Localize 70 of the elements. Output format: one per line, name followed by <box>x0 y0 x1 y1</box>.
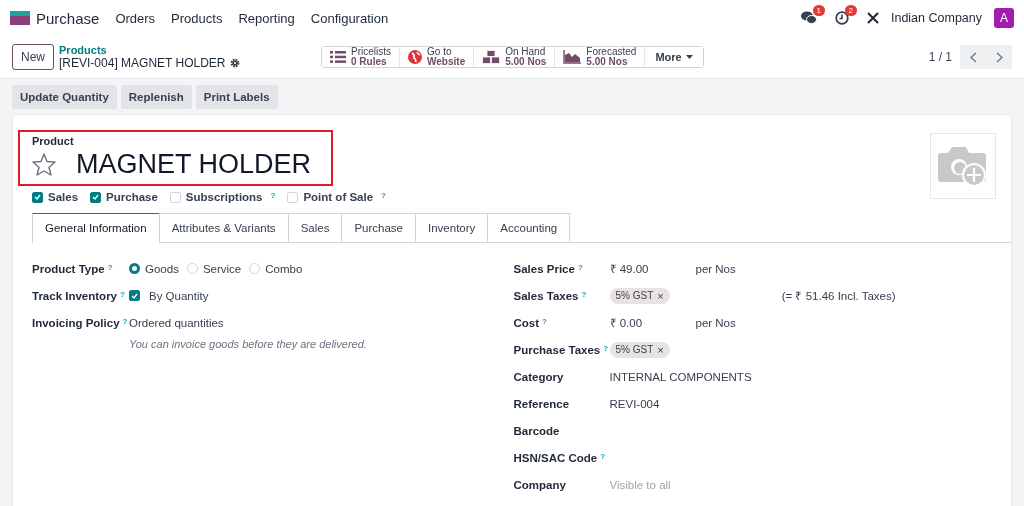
radio-label: Combo <box>265 262 303 275</box>
smart-button[interactable]: Pricelists 0 Rules <box>322 47 401 67</box>
tab[interactable]: General Information <box>32 213 160 243</box>
tab[interactable]: Accounting <box>487 213 571 242</box>
field-label: Reference <box>513 397 570 410</box>
checkbox-label: Purchase <box>106 191 158 203</box>
field-value: REVI-004 <box>609 397 661 410</box>
remove-tag-button[interactable]: × <box>657 343 664 356</box>
menu-item[interactable]: Reporting <box>238 10 295 26</box>
checkbox[interactable] <box>129 290 140 301</box>
breadcrumb-link[interactable]: Products <box>59 44 321 56</box>
notification-badge: 1 <box>812 5 825 16</box>
record-title: [REVI-004] MAGNET HOLDER <box>59 56 226 70</box>
unit-label: per Nos <box>695 262 736 275</box>
field-value: ₹ 0.00 <box>609 316 644 330</box>
field-label: Cost <box>513 316 540 329</box>
app-logo-icon[interactable] <box>10 11 30 25</box>
caret-icon <box>685 55 693 59</box>
star-icon[interactable] <box>32 153 56 176</box>
company-switcher[interactable]: Indian Company <box>890 11 982 25</box>
app-name[interactable]: Purchase <box>36 9 100 27</box>
pager-value: 1 / 1 <box>928 50 952 64</box>
chevron-left-icon <box>969 51 977 63</box>
menu-item[interactable]: Configuration <box>310 10 389 26</box>
field-label: HSN/SAC Code <box>513 451 598 464</box>
field-label: Product Type <box>32 262 105 275</box>
field-label: Company <box>513 478 566 491</box>
clock-icon <box>834 11 849 25</box>
checkbox-label: By Quantity <box>149 289 209 302</box>
field-label: Sales Taxes <box>513 289 579 302</box>
image-upload-button[interactable] <box>930 133 996 199</box>
chat-icon <box>800 11 817 25</box>
cubes-icon <box>482 50 501 64</box>
field-label: Category <box>513 370 564 383</box>
radio-button[interactable] <box>129 263 140 274</box>
tax-included-total: (= ₹ 51.46 Incl. Taxes) <box>781 289 896 303</box>
product-name: MAGNET HOLDER <box>76 149 312 180</box>
list-icon <box>330 51 346 63</box>
field-label: Track Inventory <box>32 289 117 302</box>
field-value: Ordered quantities <box>129 316 224 329</box>
action-button[interactable]: Replenish <box>120 85 192 109</box>
field-label: Barcode <box>513 424 560 437</box>
unit-label: per Nos <box>695 316 736 329</box>
field-label: Invoicing Policy <box>32 316 120 329</box>
action-button[interactable]: Update Quantity <box>12 85 117 109</box>
checkbox-label: Point of Sale <box>303 191 374 203</box>
checkbox[interactable] <box>90 191 102 203</box>
tax-tag: 5% GST × <box>609 287 670 304</box>
field-label: Purchase Taxes <box>513 343 601 356</box>
field-label: Sales Price <box>513 262 575 275</box>
remove-tag-button[interactable]: × <box>657 289 664 302</box>
radio-label: Service <box>202 262 242 275</box>
notification-badge: 2 <box>844 5 857 16</box>
checkbox[interactable] <box>32 191 43 203</box>
radio-label: Goods <box>145 262 179 275</box>
new-button[interactable]: New <box>12 44 54 70</box>
chevron-right-icon <box>995 51 1003 63</box>
settings-icon[interactable] <box>229 58 240 68</box>
checkbox-label: Sales <box>48 191 79 203</box>
action-button[interactable]: Print Labels <box>195 85 278 109</box>
user-avatar[interactable]: A <box>994 8 1014 28</box>
field-hint: You can invoice goods before they are delivered. <box>129 338 368 350</box>
field-value: INTERNAL COMPONENTS <box>609 370 752 383</box>
field-label: Product <box>32 135 75 147</box>
area-chart-icon <box>563 50 582 64</box>
menu-item[interactable]: Orders <box>115 10 156 26</box>
checkbox-label: Subscriptions <box>185 191 263 203</box>
field-value: ₹ 49.00 <box>609 262 650 276</box>
menu-item[interactable]: Products <box>171 10 223 26</box>
tax-tag: 5% GST × <box>609 341 670 358</box>
